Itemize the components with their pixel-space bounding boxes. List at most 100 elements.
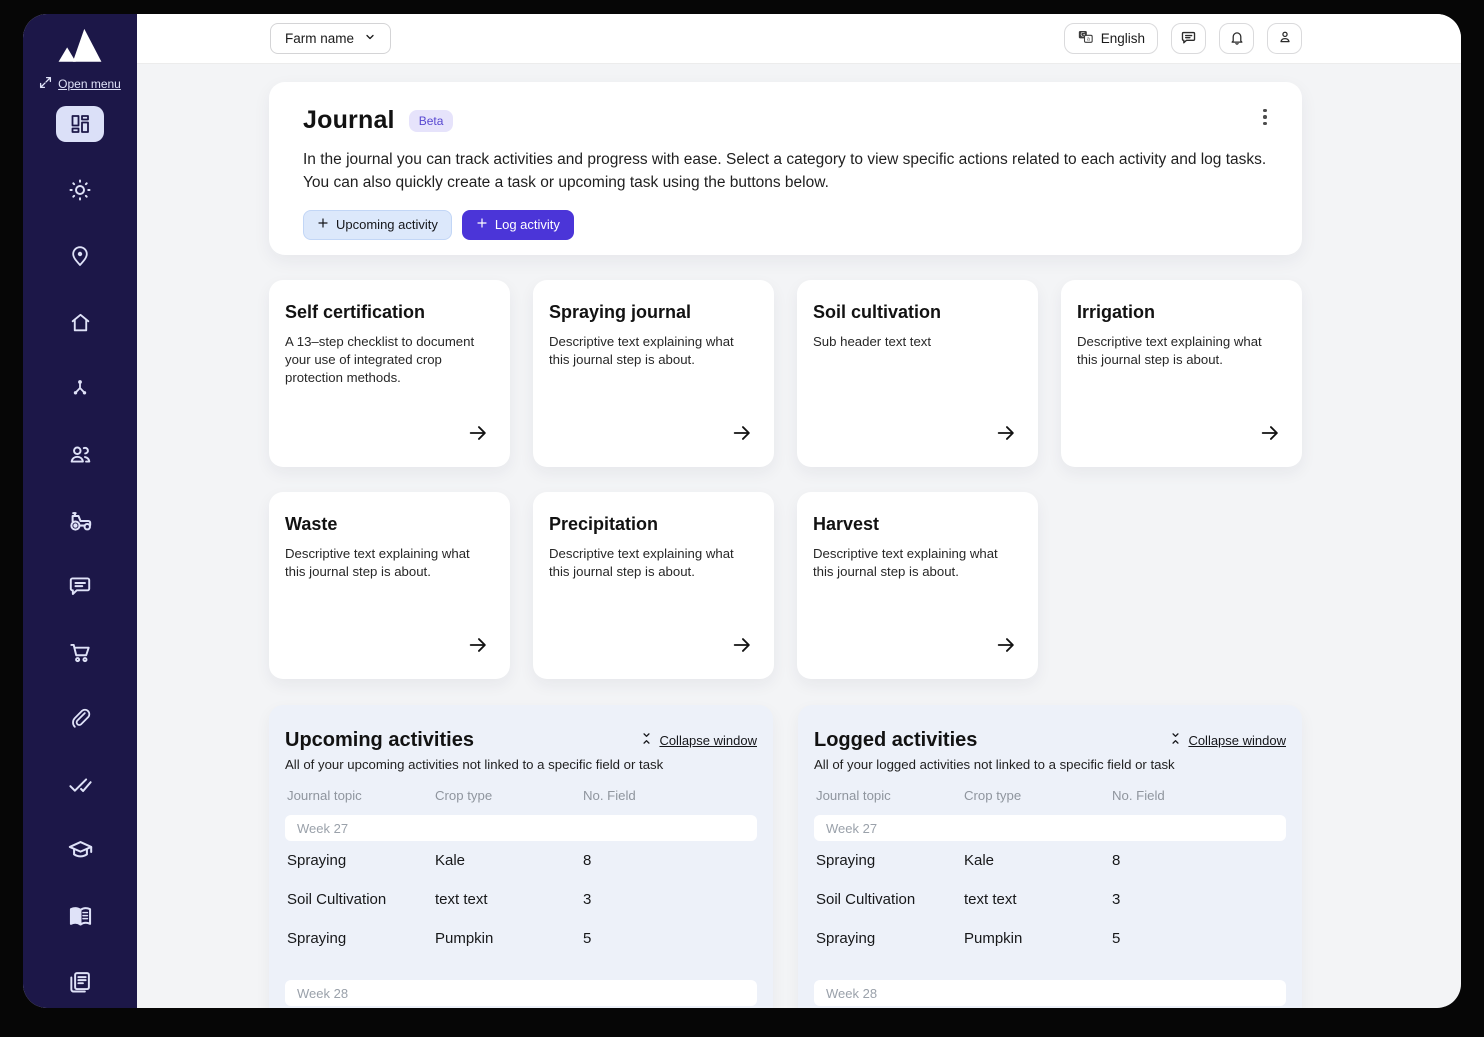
svg-text:a: a (1087, 37, 1090, 43)
expand-icon (39, 76, 52, 92)
arrow-right-icon[interactable] (1258, 422, 1282, 449)
logged-activities-panel: Logged activities Collapse window All of y… (798, 705, 1302, 1008)
topbar: Farm name G a English (137, 14, 1461, 64)
arrow-right-icon[interactable] (994, 634, 1018, 661)
documents-icon (67, 969, 93, 995)
sidebar-item-sun[interactable] (56, 172, 104, 208)
users-icon (67, 441, 93, 467)
cart-icon (67, 639, 93, 665)
sidebar-item-graduation-cap[interactable] (56, 832, 104, 868)
table-cell: Spraying (287, 930, 347, 947)
language-button[interactable]: G a English (1063, 23, 1158, 54)
app-window: Open menu Farm name G a English Journal … (23, 14, 1461, 1008)
table-cell: text text (964, 891, 1017, 908)
table-cell: 8 (1112, 852, 1121, 869)
card-description: Descriptive text explaining what this jo… (285, 546, 470, 579)
dashboard-icon (68, 112, 92, 136)
sidebar-item-documents[interactable] (56, 964, 104, 1000)
graduation-cap-icon (67, 837, 94, 864)
sidebar-item-open-book[interactable] (56, 898, 104, 934)
paperclip-icon (68, 706, 92, 730)
collapse-window-link[interactable]: Collapse window (640, 732, 757, 748)
kebab-menu-button[interactable] (1254, 104, 1276, 130)
arrow-right-icon[interactable] (730, 634, 754, 661)
table-row[interactable]: Spraying Pumpkin 5 (285, 919, 757, 958)
week-group-bar[interactable]: Week 28 (285, 980, 757, 1006)
upcoming-activity-button[interactable]: Upcoming activity (303, 209, 452, 240)
sidebar-item-cart[interactable] (56, 634, 104, 670)
bell-icon (1229, 29, 1245, 49)
sidebar-item-home[interactable] (56, 304, 104, 340)
table-row[interactable]: Spraying Kale 8 (814, 841, 1286, 880)
table-row[interactable]: Spraying Pumpkin 5 (814, 919, 1286, 958)
card-title: Soil cultivation (813, 302, 942, 322)
table-row[interactable]: Spraying Kale 8 (285, 841, 757, 880)
notifications-button[interactable] (1219, 23, 1254, 54)
main-area: Farm name G a English Journal Beta In th… (137, 14, 1461, 1008)
column-header: Journal topic (287, 788, 362, 803)
sidebar-item-double-check[interactable] (56, 766, 104, 802)
week-group-bar[interactable]: Week 28 (814, 980, 1286, 1006)
table-cell: Spraying (816, 930, 876, 947)
category-card[interactable]: Waste Descriptive text explaining what th… (269, 492, 510, 679)
category-card[interactable]: Irrigation Descriptive text explaining wh… (1061, 280, 1302, 467)
collapse-window-label: Collapse window (1188, 732, 1286, 748)
log-activity-label: Log activity (494, 217, 560, 232)
table-cell: Kale (435, 852, 466, 869)
page-title: Journal (303, 106, 395, 134)
sidebar-nav (56, 106, 104, 1000)
card-description: Descriptive text explaining what this jo… (549, 546, 734, 579)
category-card[interactable]: Spraying journal Descriptive text explain… (533, 280, 774, 467)
journal-header-card: Journal Beta In the journal you can trac… (269, 82, 1302, 255)
category-card[interactable]: Precipitation Descriptive text explaining… (533, 492, 774, 679)
sidebar-item-dashboard[interactable] (56, 106, 104, 142)
feedback-button[interactable] (1171, 23, 1206, 54)
collapse-window-label: Collapse window (659, 732, 757, 748)
open-menu-label: Open menu (58, 77, 121, 91)
card-title: Irrigation (1077, 302, 1156, 322)
week-group-bar[interactable]: Week 27 (285, 815, 757, 841)
journal-description: In the journal you can track activities … (303, 151, 1267, 192)
farm-selector-label: Farm name (285, 31, 355, 46)
plus-icon (476, 217, 488, 232)
page-content: Journal Beta In the journal you can trac… (137, 64, 1461, 1008)
arrow-right-icon[interactable] (994, 422, 1018, 449)
sidebar-item-users[interactable] (56, 436, 104, 472)
topbar-actions: G a English (1063, 23, 1302, 54)
category-card[interactable]: Self certification A 13–step checklist to… (269, 280, 510, 467)
plus-icon (317, 217, 329, 232)
language-label: English (1100, 31, 1145, 46)
sidebar-item-tractor[interactable] (56, 502, 104, 538)
sidebar-item-chat[interactable] (56, 568, 104, 604)
person-icon (1277, 29, 1293, 48)
farm-selector[interactable]: Farm name (270, 23, 392, 54)
card-description: Descriptive text explaining what this jo… (549, 334, 734, 367)
card-title: Waste (285, 514, 338, 534)
panel-subtitle: All of your upcoming activities not link… (285, 757, 664, 772)
log-activity-button[interactable]: Log activity (461, 209, 574, 240)
panel-subtitle: All of your logged activities not linked… (814, 757, 1175, 772)
column-header: No. Field (583, 788, 636, 803)
card-description: Sub header text text (813, 334, 932, 349)
arrow-right-icon[interactable] (730, 422, 754, 449)
sidebar-item-location-pin[interactable] (56, 238, 104, 274)
column-header: Journal topic (816, 788, 891, 803)
column-header: No. Field (1112, 788, 1165, 803)
app-logo (53, 24, 107, 68)
arrow-right-icon[interactable] (466, 634, 490, 661)
category-card[interactable]: Harvest Descriptive text explaining what … (797, 492, 1038, 679)
sidebar-item-paperclip[interactable] (56, 700, 104, 736)
collapse-window-link[interactable]: Collapse window (1169, 732, 1286, 748)
screen: Open menu Farm name G a English Journal … (0, 0, 1484, 1037)
week-group-bar[interactable]: Week 27 (814, 815, 1286, 841)
table-row[interactable]: Soil Cultivation text text 3 (814, 880, 1286, 919)
card-title: Self certification (285, 302, 426, 322)
sidebar-item-hierarchy[interactable] (56, 370, 104, 406)
arrow-right-icon[interactable] (466, 422, 490, 449)
activity-panels: Upcoming activities Collapse window All of… (269, 705, 1302, 1008)
account-button[interactable] (1267, 23, 1302, 54)
open-menu-link[interactable]: Open menu (39, 76, 121, 92)
week-label: Week 28 (297, 985, 349, 1001)
table-row[interactable]: Soil Cultivation text text 3 (285, 880, 757, 919)
category-card[interactable]: Soil cultivation Sub header text text (797, 280, 1038, 467)
